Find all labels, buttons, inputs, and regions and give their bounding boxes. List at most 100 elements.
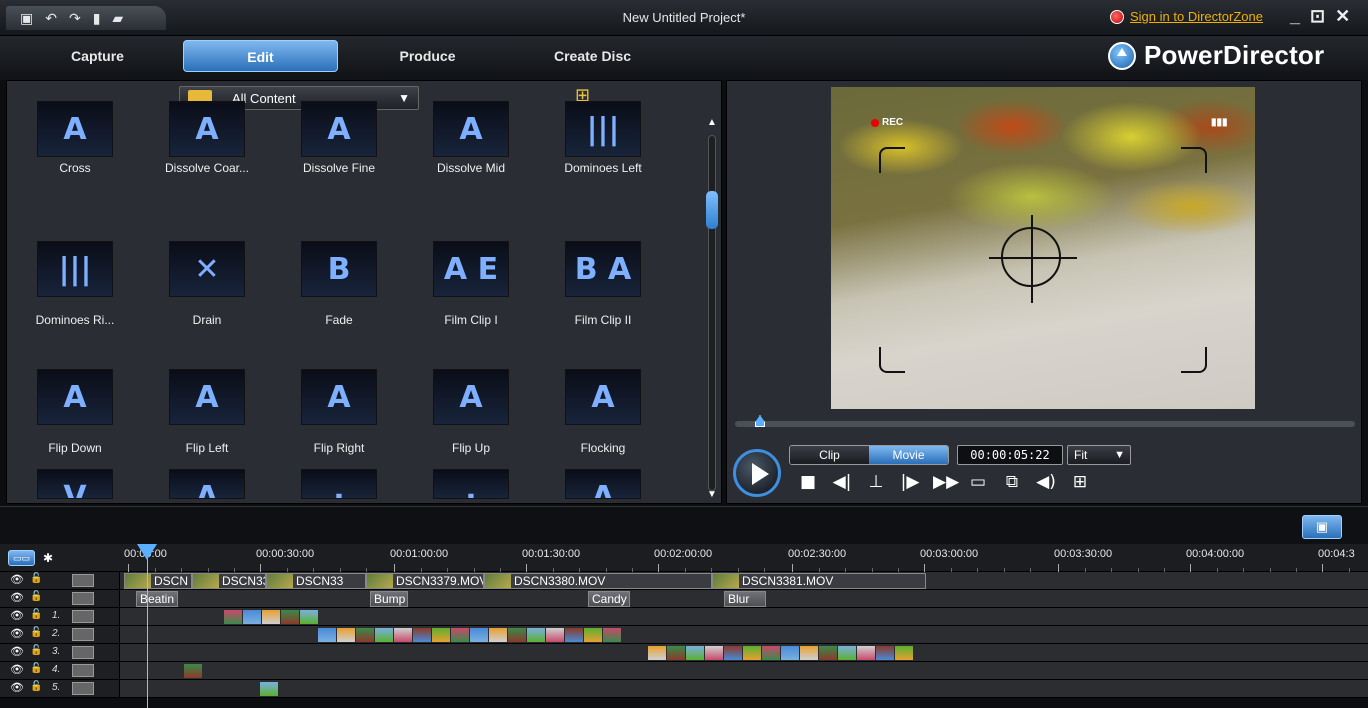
- snapshot-icon[interactable]: ▭: [967, 471, 989, 493]
- transition-tile[interactable]: A E Film Clip I: [411, 241, 531, 361]
- transition-tile[interactable]: ·: [411, 469, 531, 509]
- prev-frame-icon[interactable]: ◀|: [831, 471, 853, 493]
- pip-track-2[interactable]: 👁 🔓 2.: [0, 626, 1368, 644]
- transition-tile[interactable]: V: [15, 469, 135, 509]
- pip-image-strip[interactable]: [224, 610, 336, 643]
- play-button[interactable]: [733, 449, 781, 497]
- video-clip[interactable]: DSCN3379.MOV: [366, 573, 484, 589]
- video-clip[interactable]: DSCN33: [266, 573, 366, 589]
- transition-tile[interactable]: A: [147, 469, 267, 509]
- stop-icon[interactable]: ■: [797, 471, 819, 493]
- clip-movie-toggle[interactable]: Clip Movie: [789, 445, 949, 465]
- lock-icon[interactable]: 🔓: [30, 663, 42, 674]
- visibility-icon[interactable]: 👁: [10, 591, 24, 604]
- video-clip[interactable]: DSCN: [124, 573, 192, 589]
- visibility-icon[interactable]: 👁: [10, 627, 24, 640]
- lock-icon[interactable]: 🔓: [30, 573, 42, 584]
- visibility-icon[interactable]: 👁: [10, 609, 24, 622]
- minimize-button[interactable]: _: [1290, 6, 1300, 27]
- pip-track-4[interactable]: 👁 🔓 4.: [0, 662, 1368, 680]
- video-clip[interactable]: DSCN3381.MOV: [712, 573, 926, 589]
- pip-image-strip[interactable]: [260, 682, 282, 696]
- restore-button[interactable]: ⊡: [1310, 6, 1325, 27]
- transition-tile[interactable]: B Fade: [279, 241, 399, 361]
- timeline-header: ▣: [0, 506, 1368, 544]
- pip-track-3[interactable]: 👁 🔓 3.: [0, 644, 1368, 662]
- transition-tile[interactable]: A Cross: [15, 101, 135, 235]
- pip-track-5[interactable]: 👁 🔓 5.: [0, 680, 1368, 698]
- pip-image-strip[interactable]: [318, 628, 642, 642]
- tab-produce[interactable]: Produce: [350, 40, 505, 72]
- close-button[interactable]: ✕: [1335, 6, 1350, 27]
- transition-preview-glyph: A: [327, 380, 351, 415]
- pip-image-thumbnail: [800, 646, 818, 660]
- fast-forward-icon[interactable]: ▶▶: [933, 471, 959, 493]
- transition-tile[interactable]: ||| Dominoes Ri...: [15, 241, 135, 361]
- transition-tile[interactable]: ·: [279, 469, 399, 509]
- video-track[interactable]: 👁 🔓 DSCN DSCN33 DSCN33 DSCN3379.MOV DSCN3380.M…: [0, 572, 1368, 590]
- pip-image-strip[interactable]: [184, 664, 202, 678]
- playhead-line[interactable]: [147, 544, 148, 708]
- transition-clip[interactable]: Candy: [588, 591, 630, 607]
- transition-clip[interactable]: Blur: [724, 591, 766, 607]
- transition-track[interactable]: 👁 🔓 Beatin Bump Candy Blur: [0, 590, 1368, 608]
- lock-icon[interactable]: 🔓: [30, 681, 42, 692]
- transition-tile[interactable]: ✕ Drain: [147, 241, 267, 361]
- track-type-icon: [72, 574, 94, 587]
- scroll-thumb[interactable]: [706, 191, 718, 229]
- split-icon[interactable]: ⊥: [865, 471, 887, 493]
- visibility-icon[interactable]: 👁: [10, 645, 24, 658]
- scroll-down-icon[interactable]: ▼: [707, 489, 717, 500]
- volume-icon[interactable]: ◀): [1035, 471, 1057, 493]
- transition-tile[interactable]: A: [543, 469, 663, 509]
- fullscreen-icon[interactable]: ⧉: [1001, 471, 1023, 493]
- tab-edit[interactable]: Edit: [183, 40, 338, 72]
- video-clip[interactable]: DSCN33: [192, 573, 266, 589]
- transition-label: Fade: [325, 313, 353, 327]
- timeline-view-button[interactable]: ▣: [1302, 515, 1342, 539]
- transition-thumbnail: |||: [565, 101, 641, 157]
- transition-tile[interactable]: B A Film Clip II: [543, 241, 663, 361]
- library-scrollbar[interactable]: ▲ ▼: [704, 115, 720, 503]
- seek-slider[interactable]: [735, 415, 1355, 427]
- fx-icon[interactable]: ✱: [43, 551, 53, 565]
- transition-tile[interactable]: A Dissolve Mid: [411, 101, 531, 235]
- sign-in-link[interactable]: Sign in to DirectorZone: [1110, 9, 1263, 24]
- pip-image-thumbnail: [667, 646, 685, 660]
- transition-tile[interactable]: A Dissolve Coar...: [147, 101, 267, 235]
- timecode-display[interactable]: 00:00:05:22: [957, 445, 1063, 465]
- timeline-mode-button[interactable]: ▭▭: [8, 550, 36, 566]
- mode-movie-button[interactable]: Movie: [869, 446, 948, 464]
- frame-corner-icon: [879, 347, 905, 373]
- next-frame-icon[interactable]: |▶: [899, 471, 921, 493]
- pip-track-1[interactable]: 👁 🔓 1.: [0, 608, 1368, 643]
- lock-icon[interactable]: 🔓: [30, 645, 42, 656]
- seek-handle[interactable]: [755, 415, 765, 427]
- tab-capture[interactable]: Capture: [20, 40, 175, 72]
- transition-tile[interactable]: ||| Dominoes Left: [543, 101, 663, 235]
- scroll-track[interactable]: [708, 135, 716, 491]
- lock-icon[interactable]: 🔓: [30, 609, 42, 620]
- sign-in-label[interactable]: Sign in to DirectorZone: [1130, 9, 1263, 24]
- scroll-up-icon[interactable]: ▲: [707, 117, 717, 128]
- lock-icon[interactable]: 🔓: [30, 591, 42, 602]
- zoom-fit-dropdown[interactable]: Fit ▼: [1067, 445, 1131, 465]
- timeline-ruler[interactable]: ▭▭ ✱ 00:00:0000:00:30:0000:01:00:0000:01…: [0, 544, 1368, 572]
- pip-image-strip[interactable]: [648, 646, 926, 660]
- transition-clip[interactable]: Bump: [370, 591, 408, 607]
- visibility-icon[interactable]: 👁: [10, 573, 24, 586]
- transition-tile[interactable]: A Dissolve Fine: [279, 101, 399, 235]
- mode-clip-button[interactable]: Clip: [790, 446, 869, 464]
- transition-clip[interactable]: Beatin: [136, 591, 178, 607]
- transition-label: Dominoes Ri...: [35, 313, 115, 327]
- ruler-label: 00:04:3: [1318, 548, 1355, 560]
- lock-icon[interactable]: 🔓: [30, 627, 42, 638]
- ruler-label: 00:00:30:00: [256, 548, 315, 560]
- video-clip[interactable]: DSCN3380.MOV: [484, 573, 712, 589]
- track-number: 2.: [52, 628, 61, 639]
- visibility-icon[interactable]: 👁: [10, 663, 24, 676]
- clip-label: DSCN33: [296, 574, 344, 588]
- settings-icon[interactable]: ⊞: [1069, 471, 1091, 493]
- tab-create-disc[interactable]: Create Disc: [515, 40, 670, 72]
- visibility-icon[interactable]: 👁: [10, 681, 24, 694]
